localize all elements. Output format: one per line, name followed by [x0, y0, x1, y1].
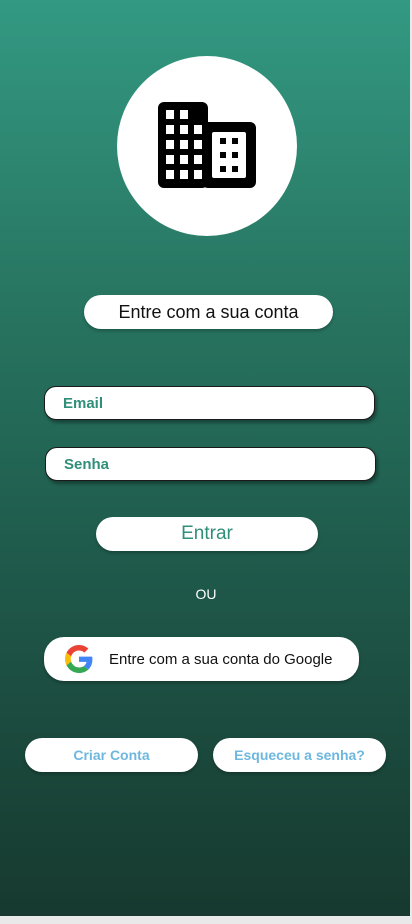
google-login-button[interactable]: Entre com a sua conta do Google	[44, 637, 359, 681]
logo	[117, 56, 297, 236]
login-button[interactable]: Entrar	[96, 517, 318, 551]
email-field[interactable]	[44, 386, 375, 420]
email-input[interactable]	[61, 393, 374, 413]
password-input[interactable]	[62, 454, 375, 474]
login-screen: Entre com a sua conta Entrar OU Entre co…	[0, 0, 410, 916]
divider-text: OU	[195, 586, 217, 602]
create-account-button[interactable]: Criar Conta	[25, 738, 198, 772]
forgot-password-button[interactable]: Esqueceu a senha?	[213, 738, 386, 772]
building-icon	[158, 102, 256, 188]
google-icon	[65, 645, 93, 673]
password-field[interactable]	[45, 447, 376, 481]
google-login-label: Entre com a sua conta do Google	[109, 650, 333, 668]
page-title: Entre com a sua conta	[84, 295, 333, 329]
